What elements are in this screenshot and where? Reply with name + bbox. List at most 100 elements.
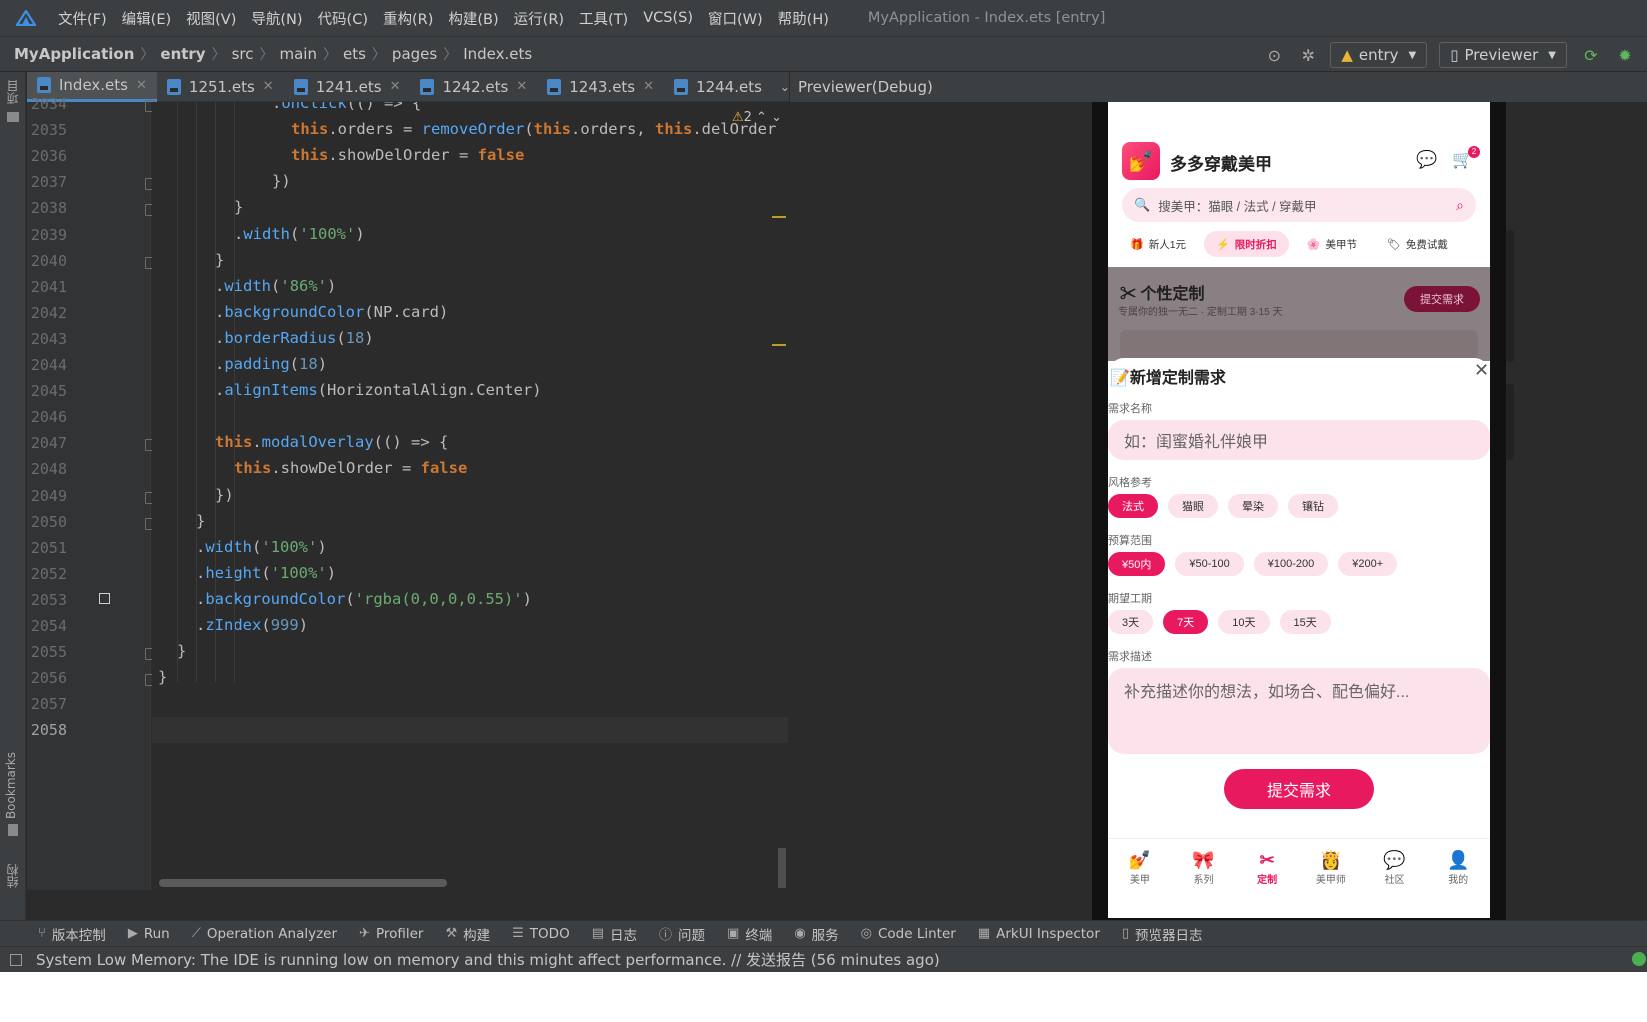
chip-nail-festival[interactable]: 🌸 美甲节: [1295, 231, 1369, 257]
panel-toggle-icon[interactable]: [10, 953, 22, 966]
tool-todo[interactable]: ☰ TODO: [512, 926, 570, 942]
style-option[interactable]: 法式: [1108, 494, 1158, 518]
close-icon[interactable]: ✕: [516, 79, 527, 94]
menu-code[interactable]: 代码(C): [318, 8, 368, 29]
tool-problems[interactable]: ⓘ 问题: [659, 924, 705, 944]
style-option[interactable]: 镶钻: [1288, 494, 1338, 518]
chip-flash-sale[interactable]: ⚡ 限时折扣: [1204, 231, 1289, 257]
tool-vcs[interactable]: ⑂ 版本控制: [38, 924, 106, 944]
code-line: .width('100%'): [234, 224, 365, 243]
module-select[interactable]: ▲ entry ▼: [1330, 42, 1428, 68]
app-tab-artist[interactable]: 👸 美甲师: [1299, 839, 1363, 896]
breadcrumb-main[interactable]: main: [280, 45, 317, 63]
tab-1243-ets[interactable]: 1243.ets ✕: [537, 72, 664, 102]
custom-submit-button[interactable]: 提交需求: [1404, 286, 1480, 312]
budget-option[interactable]: ¥50内: [1108, 552, 1166, 576]
vertical-scrollbar[interactable]: [778, 848, 786, 888]
budget-option[interactable]: ¥50-100: [1175, 552, 1244, 576]
breadcrumb-file[interactable]: Index.ets: [463, 45, 532, 63]
close-icon[interactable]: ✕: [136, 78, 147, 93]
tab-label: 1244.ets: [696, 77, 762, 96]
period-option[interactable]: 15天: [1279, 610, 1331, 634]
menu-view[interactable]: 视图(V): [186, 8, 236, 29]
chip-label: 限时折扣: [1234, 238, 1277, 251]
tool-run[interactable]: ▶ Run: [128, 926, 170, 942]
breadcrumb-module[interactable]: entry: [160, 45, 205, 63]
line-number: 2055: [30, 643, 67, 662]
budget-option[interactable]: ¥100-200: [1253, 552, 1329, 576]
menu-help[interactable]: 帮助(H): [778, 8, 829, 29]
tool-profiler[interactable]: ✈ Profiler: [359, 926, 423, 942]
period-option[interactable]: 10天: [1218, 610, 1270, 634]
tool-build[interactable]: ⚒ 构建: [445, 924, 490, 944]
tool-terminal[interactable]: ▣ 终端: [727, 924, 772, 944]
tab-1242-ets[interactable]: 1242.ets ✕: [410, 72, 537, 102]
message-icon[interactable]: 💬: [1416, 150, 1437, 170]
breadcrumb-project[interactable]: MyApplication: [14, 45, 134, 63]
tab-1251-ets[interactable]: 1251.ets ✕: [157, 72, 284, 102]
search-go-icon[interactable]: ⌕: [1456, 197, 1464, 214]
line-number: 2040: [30, 251, 67, 270]
budget-option[interactable]: ¥200+: [1338, 552, 1398, 576]
tab-1241-ets[interactable]: 1241.ets ✕: [284, 72, 411, 102]
tool-arkui-inspector[interactable]: ▦ ArkUI Inspector: [978, 926, 1100, 942]
period-option[interactable]: 3天: [1108, 610, 1154, 634]
menu-file[interactable]: 文件(F): [58, 8, 107, 29]
log-icon: ▤: [591, 926, 604, 941]
close-icon[interactable]: ✕: [1474, 360, 1489, 381]
bug-icon[interactable]: ✲: [1296, 43, 1320, 67]
menu-window[interactable]: 窗口(W): [708, 8, 763, 29]
menu-navigate[interactable]: 导航(N): [251, 8, 302, 29]
status-message[interactable]: System Low Memory: The IDE is running lo…: [36, 949, 940, 970]
app-tab-custom[interactable]: ✂ 定制: [1235, 839, 1299, 896]
close-icon[interactable]: ✕: [643, 79, 654, 94]
menu-edit[interactable]: 编辑(E): [122, 8, 171, 29]
breadcrumb-pages[interactable]: pages: [392, 45, 437, 63]
code-editor[interactable]: ⚠2 ⌃ ⌄ .onClick(() => {this.orders = rem…: [152, 102, 788, 890]
menu-vcs[interactable]: VCS(S): [643, 10, 693, 26]
project-tool-button[interactable]: 项目: [4, 80, 21, 104]
horizontal-scrollbar[interactable]: [159, 879, 447, 887]
bookmarks-tool-button[interactable]: Bookmarks: [4, 752, 18, 819]
info-icon: ⓘ: [659, 928, 673, 943]
name-field[interactable]: 如：闺蜜婚礼伴娘甲: [1108, 420, 1490, 460]
app-tab-community[interactable]: 💬 社区: [1363, 839, 1427, 896]
app-tab-series[interactable]: 🎀 系列: [1172, 839, 1236, 896]
android-icon[interactable]: ✹: [1613, 43, 1637, 67]
device-select[interactable]: ▯ Previewer ▼: [1439, 42, 1567, 68]
submit-button[interactable]: 提交需求: [1224, 769, 1374, 809]
tab-1244-ets[interactable]: 1244.ets: [664, 72, 772, 102]
close-icon[interactable]: ✕: [263, 79, 274, 94]
warning-stripe[interactable]: [772, 216, 786, 218]
tool-log[interactable]: ▤ 日志: [592, 924, 637, 944]
menu-build[interactable]: 构建(B): [448, 8, 498, 29]
breadcrumb: MyApplication 〉 entry 〉 src 〉 main 〉 ets 〉 pa…: [0, 36, 1647, 72]
app-tab-nails[interactable]: 💅 美甲: [1108, 839, 1172, 896]
style-option[interactable]: 猫眼: [1168, 494, 1218, 518]
menu-run[interactable]: 运行(R): [514, 8, 564, 29]
menu-tools[interactable]: 工具(T): [579, 8, 628, 29]
desc-placeholder: 补充描述你的想法，如场合、配色偏好...: [1124, 684, 1410, 701]
tool-operation-analyzer[interactable]: ⟋ Operation Analyzer: [192, 926, 337, 942]
chip-free-trial[interactable]: 🏷 免费试戴: [1375, 231, 1460, 257]
chip-new-user[interactable]: 🎁 新人1元: [1118, 231, 1198, 257]
tool-code-linter[interactable]: ◎ Code Linter: [861, 926, 956, 942]
target-icon[interactable]: ⊙: [1262, 43, 1286, 67]
structure-tool-button[interactable]: 结构: [4, 864, 21, 888]
menu-refactor[interactable]: 重构(R): [383, 8, 433, 29]
tool-previewer-log[interactable]: ▯ 预览器日志: [1122, 924, 1203, 944]
desc-field[interactable]: 补充描述你的想法，如场合、配色偏好...: [1108, 668, 1490, 754]
profiler-icon: ✈: [359, 926, 370, 941]
tool-services[interactable]: ◉ 服务: [794, 924, 838, 944]
app-tab-me[interactable]: 👤 我的: [1426, 839, 1490, 896]
breadcrumb-src[interactable]: src: [232, 45, 254, 63]
previewer-header: Previewer(Debug): [789, 72, 1647, 102]
style-option[interactable]: 晕染: [1228, 494, 1278, 518]
refresh-icon[interactable]: ⟳: [1579, 43, 1603, 67]
search-input[interactable]: 🔍 搜美甲：猫眼 / 法式 / 穿戴甲 ⌕: [1122, 188, 1476, 222]
warning-stripe[interactable]: [772, 344, 786, 346]
breadcrumb-ets[interactable]: ets: [343, 45, 366, 63]
code-line: }: [234, 198, 244, 217]
close-icon[interactable]: ✕: [390, 79, 401, 94]
period-option[interactable]: 7天: [1163, 610, 1209, 634]
